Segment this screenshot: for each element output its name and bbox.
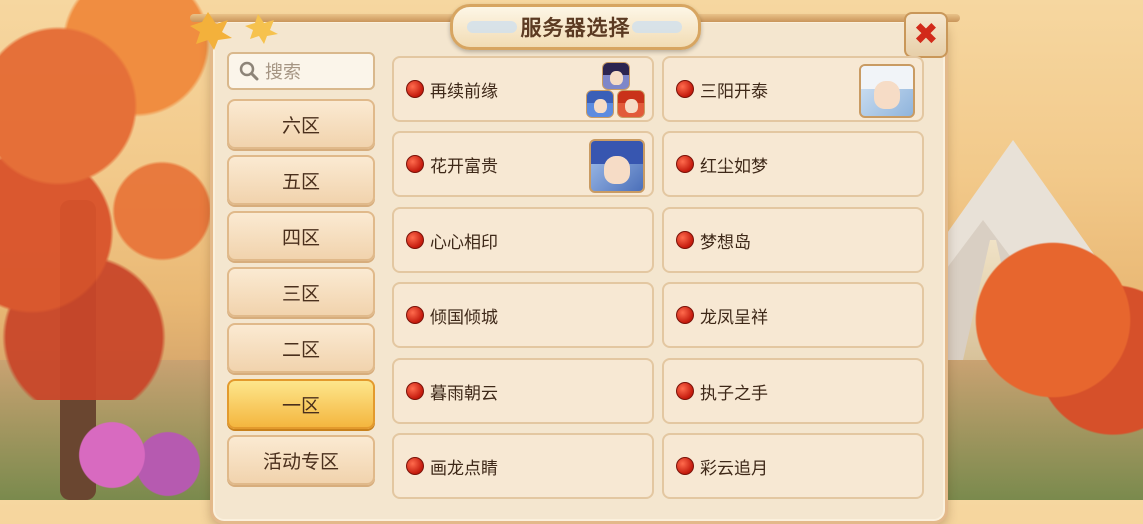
close-button[interactable]: ✖ [904,12,948,58]
server-card[interactable]: 梦想岛 [662,207,924,273]
dialog-title-plate: 服务器选择 [450,4,701,50]
server-name: 倾国倾城 [430,307,498,328]
cloud-ornament-left [467,21,517,33]
server-card[interactable]: 心心相印 [392,207,654,273]
server-name: 梦想岛 [700,232,751,253]
server-name: 红尘如梦 [700,156,768,177]
maple-leaf-decoration [190,12,278,50]
server-card[interactable]: 红尘如梦 [662,131,924,197]
status-dot [406,457,424,475]
status-dot [406,306,424,324]
dialog-title: 服务器选择 [520,16,631,40]
server-name: 执子之手 [700,383,768,404]
status-dot [676,382,694,400]
character-avatar [586,90,614,118]
status-dot [406,155,424,173]
server-card[interactable]: 三阳开泰 [662,56,924,122]
zone-tab-3[interactable]: 三区 [227,267,375,317]
server-card[interactable]: 倾国倾城 [392,282,654,348]
character-avatar [859,64,915,118]
status-dot [406,80,424,98]
server-name: 龙凤呈祥 [700,307,768,328]
zone-tab-event[interactable]: 活动专区 [227,435,375,485]
zone-tab-2[interactable]: 二区 [227,323,375,373]
server-name: 暮雨朝云 [430,383,498,404]
cloud-ornament-right [632,21,682,33]
server-card[interactable]: 花开富贵 [392,131,654,197]
server-name: 花开富贵 [430,156,498,177]
character-avatar [589,139,645,193]
character-avatar [602,62,630,90]
search-icon [239,61,259,81]
server-name: 画龙点睛 [430,458,498,479]
search-placeholder: 搜索 [265,62,301,83]
server-card[interactable]: 龙凤呈祥 [662,282,924,348]
server-name: 心心相印 [430,232,498,253]
zone-tab-1[interactable]: 一区 [227,379,375,429]
zone-tab-6[interactable]: 六区 [227,99,375,149]
server-name: 再续前缘 [430,81,498,102]
autumn-tree [0,0,240,400]
character-avatar [617,90,645,118]
server-card[interactable]: 画龙点睛 [392,433,654,499]
flowers [70,410,210,500]
close-icon: ✖ [913,17,939,52]
status-dot [406,231,424,249]
autumn-tree-right [973,240,1143,440]
status-dot [676,155,694,173]
server-card[interactable]: 执子之手 [662,358,924,424]
status-dot [676,306,694,324]
zone-tab-5[interactable]: 五区 [227,155,375,205]
server-name: 彩云追月 [700,458,768,479]
server-name: 三阳开泰 [700,81,768,102]
search-input[interactable]: 搜索 [227,52,375,90]
status-dot [676,80,694,98]
server-card[interactable]: 再续前缘 [392,56,654,122]
status-dot [406,382,424,400]
status-dot [676,231,694,249]
status-dot [676,457,694,475]
server-card[interactable]: 彩云追月 [662,433,924,499]
server-card[interactable]: 暮雨朝云 [392,358,654,424]
zone-tab-4[interactable]: 四区 [227,211,375,261]
